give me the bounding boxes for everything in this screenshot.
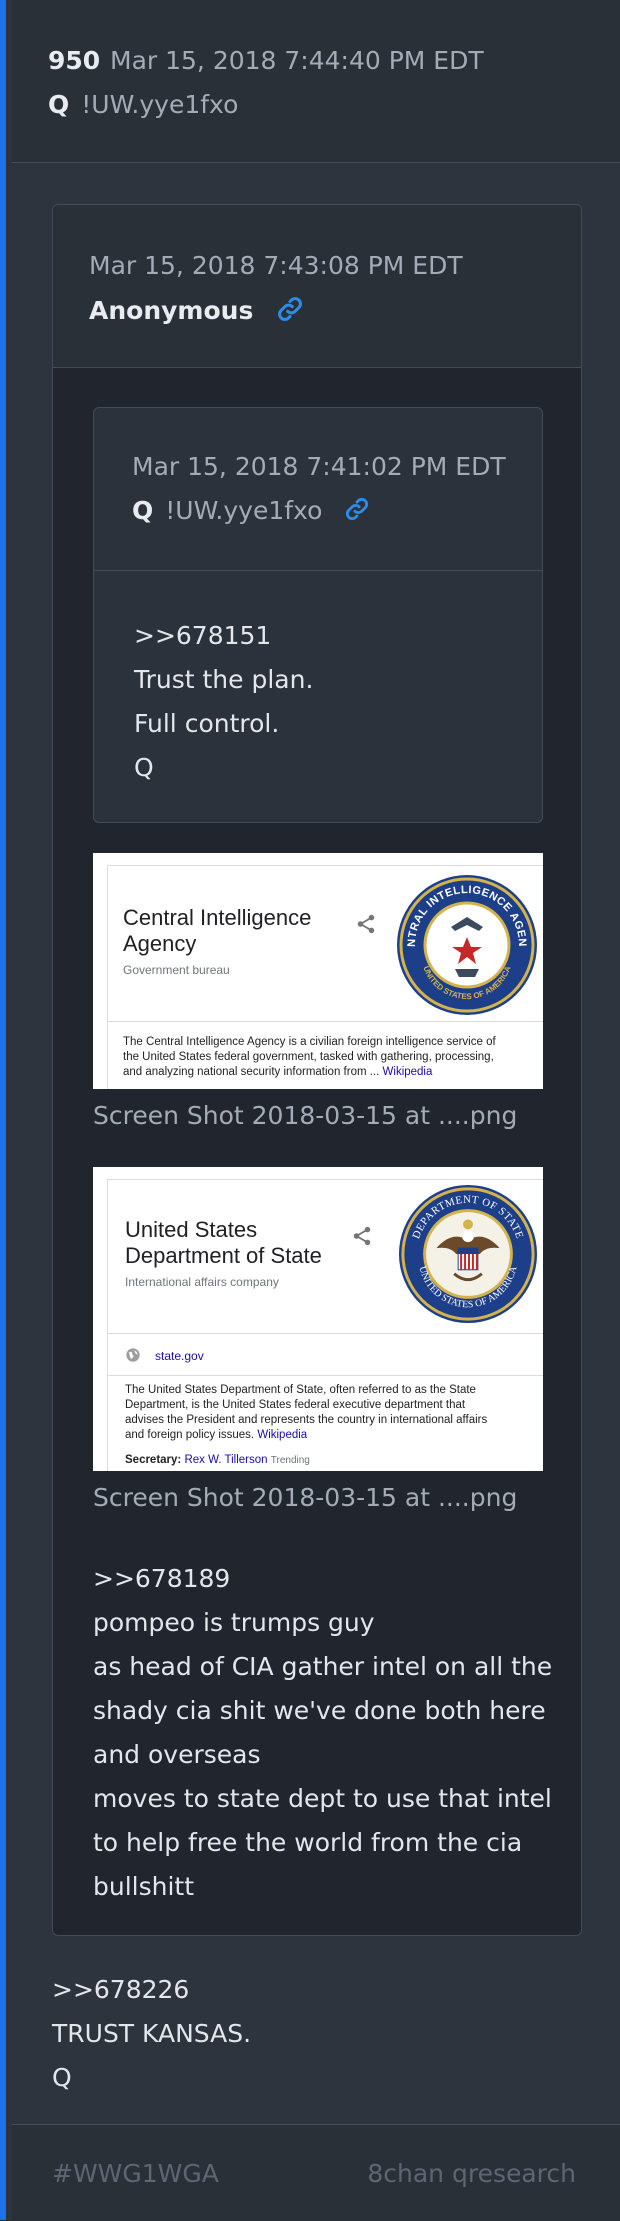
cia-seal-icon: CENTRAL INTELLIGENCE AGENCY UNITED STATE… [395, 873, 537, 1015]
post-line: TRUST KANSAS. [52, 2019, 252, 2048]
post-timestamp: Mar 15, 2018 7:44:40 PM EDT [110, 46, 484, 75]
image-title: Central Intelligence Agency [123, 905, 312, 956]
image-description: The United States Department of State, o… [125, 1384, 488, 1441]
post-line: Q [134, 753, 154, 782]
image-divider [107, 1333, 543, 1334]
post-line: Q [52, 2063, 72, 2092]
link-icon[interactable] [276, 295, 304, 329]
image-border [107, 1179, 108, 1471]
image-divider [107, 1375, 543, 1376]
share-icon [357, 914, 375, 934]
post-line: pompeo is trumps guy [93, 1608, 375, 1637]
post-body: >>678226 TRUST KANSAS. Q [52, 1968, 251, 2100]
post-line: and overseas [93, 1740, 261, 1769]
link-icon[interactable] [344, 496, 370, 528]
globe-icon [126, 1348, 140, 1362]
post-line: Trust the plan. [134, 665, 314, 694]
post-line: shady cia shit we've done both here [93, 1696, 546, 1725]
image-caption[interactable]: Screen Shot 2018-03-15 at ....png [93, 1483, 517, 1512]
image-description: The Central Intelligence Agency is a civ… [123, 1036, 496, 1078]
post-footer: #WWG1WGA 8chan qresearch [12, 2124, 620, 2221]
nested-post-header: Mar 15, 2018 7:41:02 PM EDT Q !UW.yye1fxo [94, 408, 542, 571]
image-caption[interactable]: Screen Shot 2018-03-15 at ....png [93, 1101, 517, 1130]
quoted-post-card: Mar 15, 2018 7:43:08 PM EDT Anonymous Ma… [52, 204, 582, 1936]
quoted-post-timestamp: Mar 15, 2018 7:43:08 PM EDT [89, 251, 463, 280]
image-divider [107, 1021, 543, 1022]
wikipedia-link: Wikipedia [382, 1066, 433, 1078]
image-border [107, 865, 108, 1089]
post-line[interactable]: >>678151 [134, 614, 313, 658]
nested-post-timestamp: Mar 15, 2018 7:41:02 PM EDT [132, 452, 506, 481]
post-line: moves to state dept to use that intel [93, 1784, 552, 1813]
quoted-post-author-line: Anonymous [89, 295, 304, 329]
website-link: state.gov [155, 1349, 204, 1363]
post-line[interactable]: >>678189 [93, 1557, 563, 1601]
post-line[interactable]: >>678226 [52, 1968, 251, 2012]
quoted-post-author: Anonymous [89, 296, 254, 325]
image-border [107, 865, 543, 866]
nested-post-author: Q [132, 496, 154, 525]
post-author: Q [48, 90, 70, 119]
quoted-post-header: Mar 15, 2018 7:43:08 PM EDT Anonymous [53, 205, 581, 368]
image-subtitle: International affairs company [125, 1275, 279, 1289]
image-border [107, 1179, 543, 1180]
hashtag: #WWG1WGA [52, 2159, 219, 2188]
post-header: 950 Mar 15, 2018 7:44:40 PM EDT Q !UW.yye… [12, 0, 620, 163]
post-line: Full control. [134, 709, 280, 738]
post-tripcode: !UW.yye1fxo [81, 90, 239, 119]
nested-post-body: >>678151 Trust the plan. Full control. Q [134, 614, 313, 790]
post-author-line: Q !UW.yye1fxo [48, 90, 238, 119]
post-line: to help free the world from the cia [93, 1828, 523, 1857]
image-subtitle: Government bureau [123, 963, 230, 977]
post-number: 950 [48, 46, 101, 75]
nested-post-author-line: Q !UW.yye1fxo [132, 496, 370, 528]
q-post: 950 Mar 15, 2018 7:44:40 PM EDT Q !UW.yye… [0, 0, 620, 2221]
state-dept-seal-icon: DEPARTMENT OF STATE UNITED STATES OF AME… [398, 1184, 538, 1324]
post-line: bullshitt [93, 1872, 195, 1901]
attached-image-state-dept[interactable]: United States Department of State Intern… [93, 1167, 543, 1471]
post-line: as head of CIA gather intel on all the [93, 1652, 553, 1681]
wikipedia-link: Wikipedia [257, 1429, 308, 1441]
source-label: 8chan qresearch [367, 2159, 576, 2188]
quoted-post-body: >>678189 pompeo is trumps guy as head of… [93, 1557, 563, 1909]
attached-image-cia[interactable]: Central Intelligence Agency Government b… [93, 853, 543, 1089]
nested-post-card: Mar 15, 2018 7:41:02 PM EDT Q !UW.yye1fxo… [93, 407, 543, 823]
nested-post-tripcode: !UW.yye1fxo [165, 496, 323, 525]
image-title: United States Department of State [125, 1217, 322, 1268]
share-icon [353, 1226, 371, 1246]
image-secretary-line: Secretary: Rex W. Tillerson Trending [125, 1454, 310, 1466]
